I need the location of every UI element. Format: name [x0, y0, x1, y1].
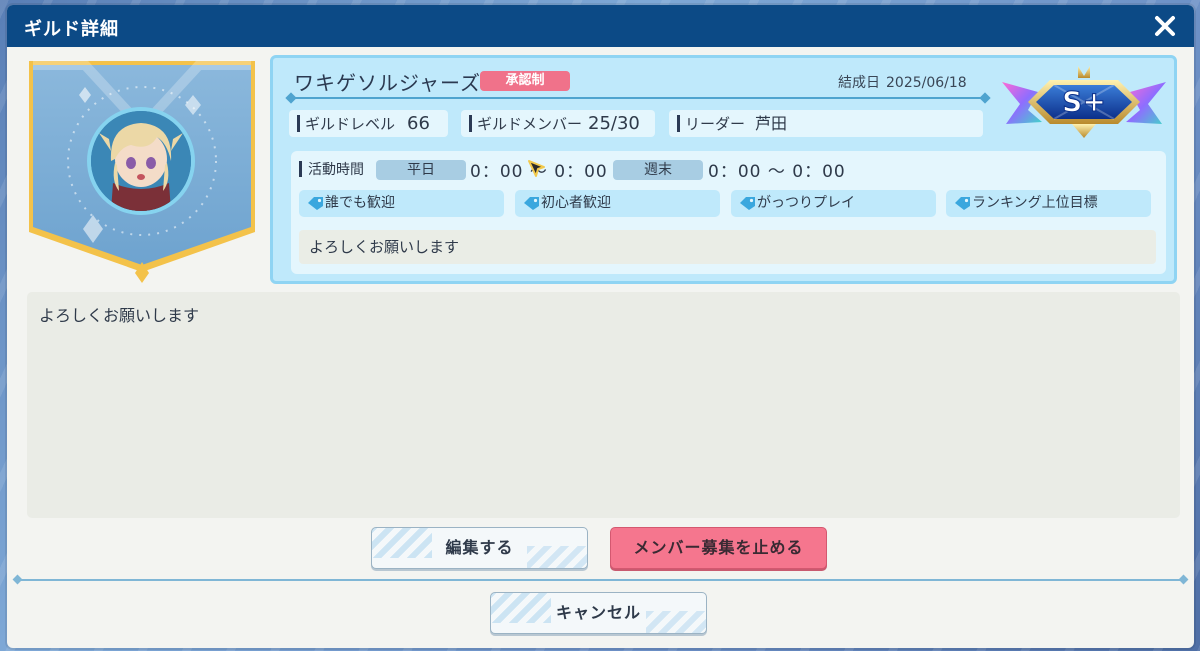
weekend-time: 0：00 〜 0：00: [708, 162, 846, 182]
divider: [291, 97, 985, 99]
guild-detail-dialog: ギルド詳細 ワキゲソルジャーズ 承認制 結成日 2025/06/18 ギルドレベ…: [7, 5, 1194, 648]
cancel-button[interactable]: キャンセル: [490, 592, 707, 634]
guild-avatar: [87, 107, 195, 215]
close-icon: [1155, 16, 1175, 36]
level-label: ギルドレベル: [305, 115, 396, 133]
dialog-title: ギルド詳細: [24, 19, 119, 40]
short-message: よろしくお願いします: [299, 230, 1156, 264]
rank-text: S+: [1062, 85, 1106, 118]
activity-label: 活動時間: [299, 159, 364, 179]
level-value: 66: [407, 113, 430, 134]
founded-label: 結成日: [838, 75, 880, 91]
tag-icon: [308, 197, 323, 210]
member-count-stat: ギルドメンバー 25/30: [461, 110, 655, 137]
guild-name: ワキゲソルジャーズ: [294, 71, 481, 95]
guild-level-stat: ギルドレベル 66: [289, 110, 448, 137]
rank-emblem-icon: S+: [1002, 66, 1166, 138]
members-label: ギルドメンバー: [477, 115, 583, 133]
tag-chip: がっつりプレイ: [731, 190, 936, 217]
close-button[interactable]: [1150, 11, 1180, 41]
cancel-button-label: キャンセル: [555, 603, 641, 622]
leader-value: 芦田: [755, 114, 788, 133]
guild-message-area: よろしくお願いします: [27, 292, 1180, 518]
tag-icon: [740, 197, 755, 210]
founded-date: 結成日 2025/06/18: [838, 72, 967, 92]
join-policy-badge: 承認制: [480, 71, 570, 91]
leader-label: リーダー: [685, 115, 746, 133]
tag-label: 誰でも歓迎: [325, 195, 395, 211]
tag-icon: [524, 197, 539, 210]
guild-message: よろしくお願いします: [39, 306, 200, 325]
stop-recruit-button-label: メンバー募集を止める: [633, 538, 804, 557]
cursor-icon: [528, 160, 545, 177]
guild-info-panel: ワキゲソルジャーズ 承認制 結成日 2025/06/18 ギルドレベル 66 ギルド…: [270, 55, 1177, 284]
members-value: 25/30: [588, 113, 640, 134]
tag-label: ランキング上位目標: [972, 195, 1098, 211]
edit-button[interactable]: 編集する: [371, 527, 588, 569]
weekend-label: 週末: [613, 160, 703, 180]
tag-chip: ランキング上位目標: [946, 190, 1151, 217]
tag-label: 初心者歓迎: [541, 195, 611, 211]
title-bar: ギルド詳細: [7, 5, 1194, 47]
stop-recruit-button[interactable]: メンバー募集を止める: [610, 527, 827, 569]
activity-section: 活動時間 平日 0：00 〜 0：00 週末 0：00 〜 0：00 誰でも歓迎…: [291, 151, 1166, 274]
weekday-label: 平日: [376, 160, 466, 180]
guild-banner: [25, 57, 259, 283]
tag-chip: 初心者歓迎: [515, 190, 720, 217]
leader-stat: リーダー 芦田: [669, 110, 983, 137]
founded-value: 2025/06/18: [886, 75, 967, 91]
tag-icon: [955, 197, 970, 210]
tag-chip: 誰でも歓迎: [299, 190, 504, 217]
edit-button-label: 編集する: [445, 538, 514, 557]
bottom-divider: [17, 579, 1184, 581]
tag-label: がっつりプレイ: [757, 195, 855, 211]
